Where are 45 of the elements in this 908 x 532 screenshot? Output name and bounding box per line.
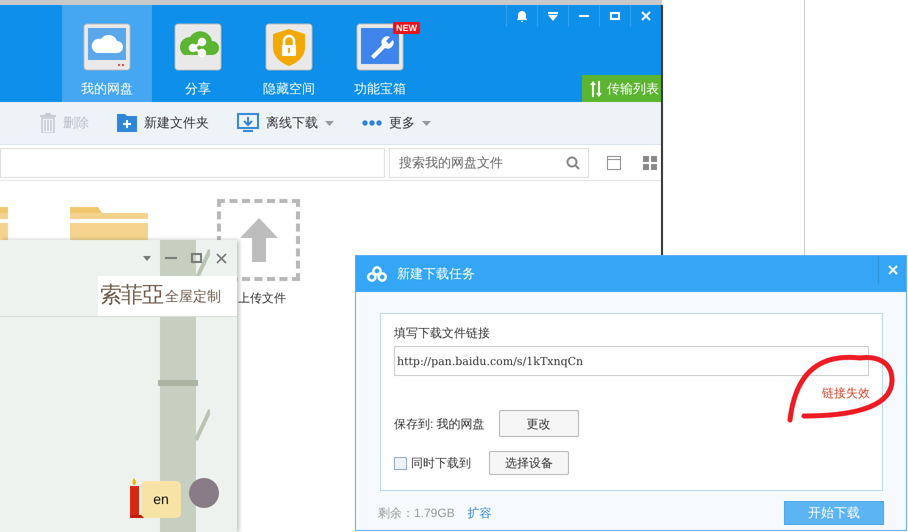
plus-folder-icon: [117, 114, 137, 132]
save-to-label: 保存到: 我的网盘: [394, 416, 485, 432]
remaining-space: 剩余：1.79GB: [378, 505, 455, 522]
close-icon[interactable]: [216, 252, 227, 264]
change-button[interactable]: 更改: [498, 410, 579, 437]
search-icon[interactable]: [566, 156, 580, 170]
list-view-icon[interactable]: [607, 156, 621, 170]
monitor-download-icon: [237, 113, 259, 133]
maximize-icon[interactable]: [191, 253, 202, 263]
logo-text: 索菲亞: [100, 285, 163, 307]
nav-tab[interactable]: 分享: [153, 5, 243, 102]
choose-device-button[interactable]: 选择设备: [489, 451, 569, 475]
transfer-list-button[interactable]: 传输列表: [582, 75, 661, 102]
link-error: 链接失效: [822, 385, 870, 402]
nav-tab[interactable]: 我的网盘: [62, 5, 152, 102]
candle-icon: [129, 478, 145, 518]
cloud-icon: [83, 23, 131, 71]
also-download-label: 同时下载到: [411, 455, 471, 472]
up-arrow-icon: [240, 218, 278, 262]
trash-icon: [40, 113, 56, 133]
grid-view-icon[interactable]: [643, 156, 657, 170]
toolbar-button[interactable]: 更多: [362, 113, 431, 133]
link-input[interactable]: http://pan.baidu.com/s/1kTxnqCn: [394, 346, 869, 376]
toolbar-button[interactable]: 新建文件夹: [117, 113, 209, 133]
expand-link[interactable]: 扩容: [468, 504, 492, 522]
cloud-logo-icon: [367, 266, 387, 282]
path-field[interactable]: [0, 148, 385, 178]
nav-tab[interactable]: 隐藏空间: [244, 5, 334, 102]
close-icon: [888, 265, 898, 275]
nav-tab[interactable]: NEW 功能宝箱: [335, 5, 425, 102]
up-down-arrows-icon: [590, 80, 602, 96]
share-icon: [174, 23, 222, 71]
upload-label: 上传文件: [238, 290, 286, 307]
more-icon: [362, 120, 382, 126]
message-bubble: en: [141, 481, 181, 518]
checkbox[interactable]: [394, 456, 407, 470]
avatar: [189, 478, 219, 508]
link-label: 填写下载文件链接: [394, 325, 491, 342]
logo-subtitle: 全屋定制: [165, 289, 221, 303]
search-field[interactable]: 搜索我的网盘文件: [389, 148, 589, 178]
new-badge: NEW: [393, 22, 420, 34]
lock-icon: [265, 23, 313, 71]
dialog-title: 新建下载任务: [397, 265, 475, 284]
toolbar-button[interactable]: 离线下载: [237, 113, 334, 133]
dropdown-icon[interactable]: [143, 256, 151, 260]
